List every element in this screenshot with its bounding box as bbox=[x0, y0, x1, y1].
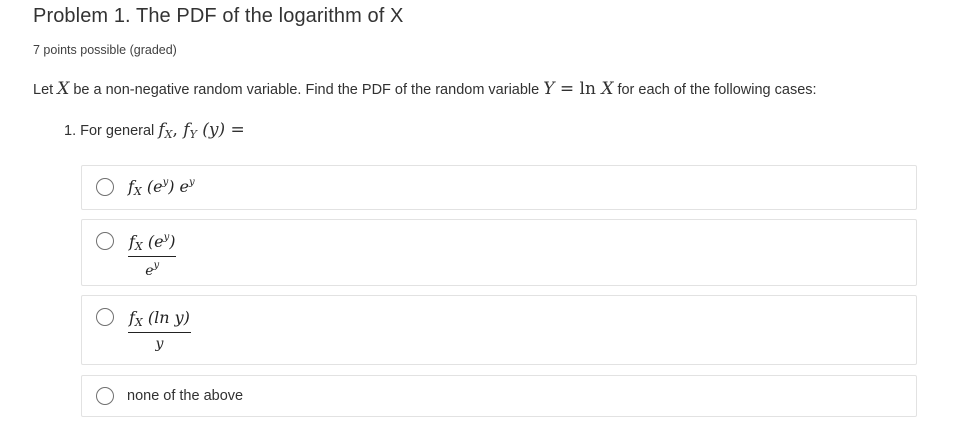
question-1-label: 1. For general fX, fY (y) = bbox=[64, 120, 245, 141]
choice-2-den-e: e bbox=[145, 263, 154, 279]
radio-button-3[interactable] bbox=[96, 308, 114, 326]
choice-3[interactable]: fX (ln y) y bbox=[81, 295, 917, 365]
radio-button-2[interactable] bbox=[96, 232, 114, 250]
choice-1-math: fX (ey) ey bbox=[128, 177, 195, 198]
problem-prompt: Let X be a non-negative random variable.… bbox=[33, 79, 817, 99]
points-label: 7 points possible (graded) bbox=[33, 43, 177, 57]
choice-3-numerator: fX (ln y) bbox=[128, 308, 191, 333]
choice-1-open: (e bbox=[141, 177, 163, 196]
choice-3-rest: (ln y) bbox=[142, 308, 190, 327]
choice-4[interactable]: none of the above bbox=[81, 375, 917, 417]
choice-1-sup2: y bbox=[189, 177, 195, 188]
prompt-var-y: Y bbox=[543, 79, 555, 99]
prompt-eq: = ln bbox=[554, 79, 602, 99]
prompt-text-3: for each of the following cases: bbox=[613, 82, 817, 98]
choice-2[interactable]: fX (ey) ey bbox=[81, 219, 917, 286]
choice-1-close: ) e bbox=[168, 177, 190, 196]
prompt-text-1: Let bbox=[33, 82, 58, 98]
choice-2-open: (e bbox=[142, 232, 164, 251]
problem-title: Problem 1. The PDF of the logarithm of X bbox=[33, 5, 404, 27]
question-fy-sub: Y bbox=[189, 128, 197, 141]
choice-3-denominator: y bbox=[155, 336, 164, 352]
choice-2-denominator: ey bbox=[128, 260, 176, 279]
choice-1[interactable]: fX (ey) ey bbox=[81, 165, 917, 210]
question-arg: (y) = bbox=[196, 120, 245, 140]
choice-2-numerator: fX (ey) bbox=[128, 232, 177, 257]
question-number: 1. For general bbox=[64, 123, 159, 139]
choice-2-fraction: fX (ey) ey bbox=[128, 232, 177, 279]
choice-3-fraction: fX (ln y) y bbox=[128, 308, 191, 352]
choice-2-den-sup: y bbox=[153, 260, 160, 271]
prompt-text-2: be a non-negative random variable. Find … bbox=[69, 82, 544, 98]
question-comma: , bbox=[172, 120, 184, 140]
radio-button-4[interactable] bbox=[96, 387, 114, 405]
choice-2-sub: X bbox=[134, 240, 143, 253]
radio-button-1[interactable] bbox=[96, 178, 114, 196]
choice-3-sub: X bbox=[134, 316, 143, 329]
prompt-var-x: X bbox=[57, 79, 70, 99]
choice-4-label: none of the above bbox=[127, 388, 244, 404]
choice-2-close: ) bbox=[169, 232, 176, 251]
prompt-var-x2: X bbox=[601, 79, 614, 99]
choice-1-sub: X bbox=[133, 185, 142, 198]
